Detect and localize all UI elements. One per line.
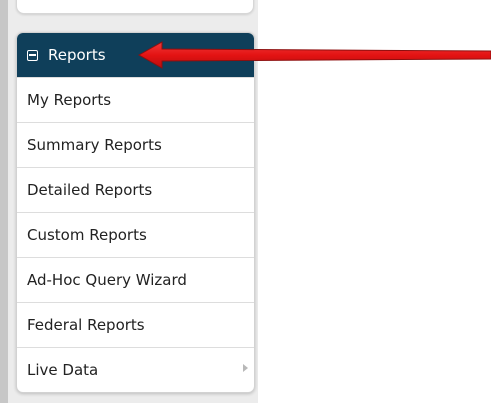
red-arrow-annotation xyxy=(137,41,491,69)
red-arrow-icon xyxy=(137,41,491,69)
